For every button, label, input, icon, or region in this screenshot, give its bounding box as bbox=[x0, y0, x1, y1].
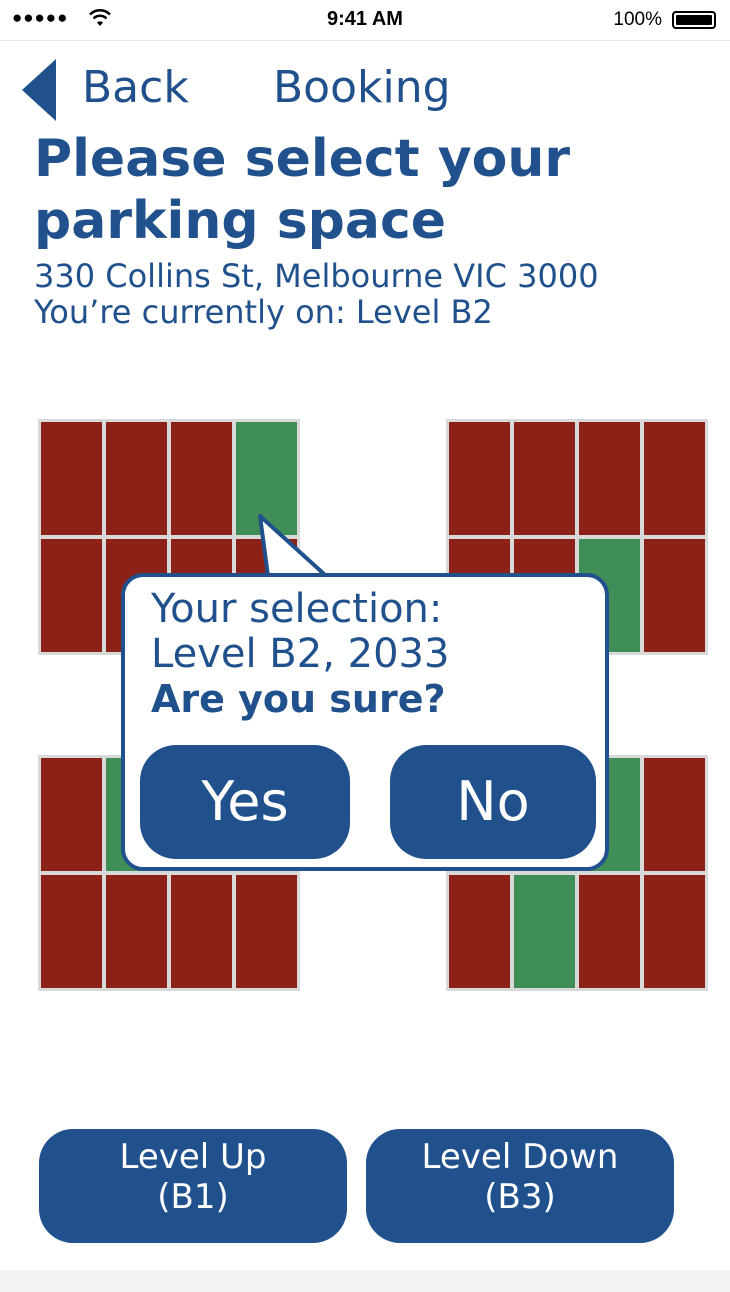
address-text: 330 Collins St, Melbourne VIC 3000 bbox=[34, 257, 599, 295]
level-up-button[interactable]: Level Up (B1) bbox=[39, 1129, 347, 1243]
parking-space bbox=[579, 422, 640, 535]
parking-space bbox=[644, 758, 705, 871]
nav-title: Booking bbox=[273, 62, 451, 113]
parking-space bbox=[579, 875, 640, 988]
parking-space bbox=[644, 422, 705, 535]
dialog-question: Are you sure? bbox=[151, 677, 446, 721]
parking-space bbox=[41, 539, 102, 652]
parking-space[interactable] bbox=[514, 875, 575, 988]
parking-space bbox=[106, 422, 167, 535]
parking-space bbox=[106, 875, 167, 988]
status-bar: ●●●●● 9:41 AM 100% bbox=[0, 0, 730, 41]
level-down-label: Level Down bbox=[421, 1137, 619, 1177]
parking-space bbox=[449, 422, 510, 535]
level-down-sublabel: (B3) bbox=[484, 1177, 556, 1217]
parking-space bbox=[514, 422, 575, 535]
level-down-button[interactable]: Level Down (B3) bbox=[366, 1129, 674, 1243]
battery-percentage: 100% bbox=[613, 9, 662, 30]
home-indicator-area bbox=[0, 1270, 730, 1292]
parking-space bbox=[41, 758, 102, 871]
parking-space bbox=[449, 875, 510, 988]
parking-space bbox=[41, 875, 102, 988]
back-button[interactable]: Back bbox=[82, 62, 189, 113]
dialog-selection-label: Your selection: bbox=[151, 586, 443, 632]
back-arrow-icon[interactable] bbox=[22, 59, 56, 121]
parking-space bbox=[644, 875, 705, 988]
level-up-label: Level Up bbox=[119, 1137, 267, 1177]
current-level-text: You’re currently on: Level B2 bbox=[34, 293, 493, 331]
parking-space bbox=[171, 422, 232, 535]
parking-space bbox=[41, 422, 102, 535]
dialog-selection-value: Level B2, 2033 bbox=[151, 631, 450, 677]
level-up-sublabel: (B1) bbox=[157, 1177, 229, 1217]
parking-space bbox=[171, 875, 232, 988]
yes-button[interactable]: Yes bbox=[140, 745, 350, 859]
dialog-pointer bbox=[258, 514, 330, 577]
parking-space bbox=[236, 875, 297, 988]
no-button[interactable]: No bbox=[390, 745, 596, 859]
parking-space bbox=[644, 539, 705, 652]
confirm-dialog: Your selection: Level B2, 2033 Are you s… bbox=[121, 573, 609, 871]
page-title: Please select your parking space bbox=[34, 129, 570, 251]
battery-icon bbox=[672, 11, 716, 29]
